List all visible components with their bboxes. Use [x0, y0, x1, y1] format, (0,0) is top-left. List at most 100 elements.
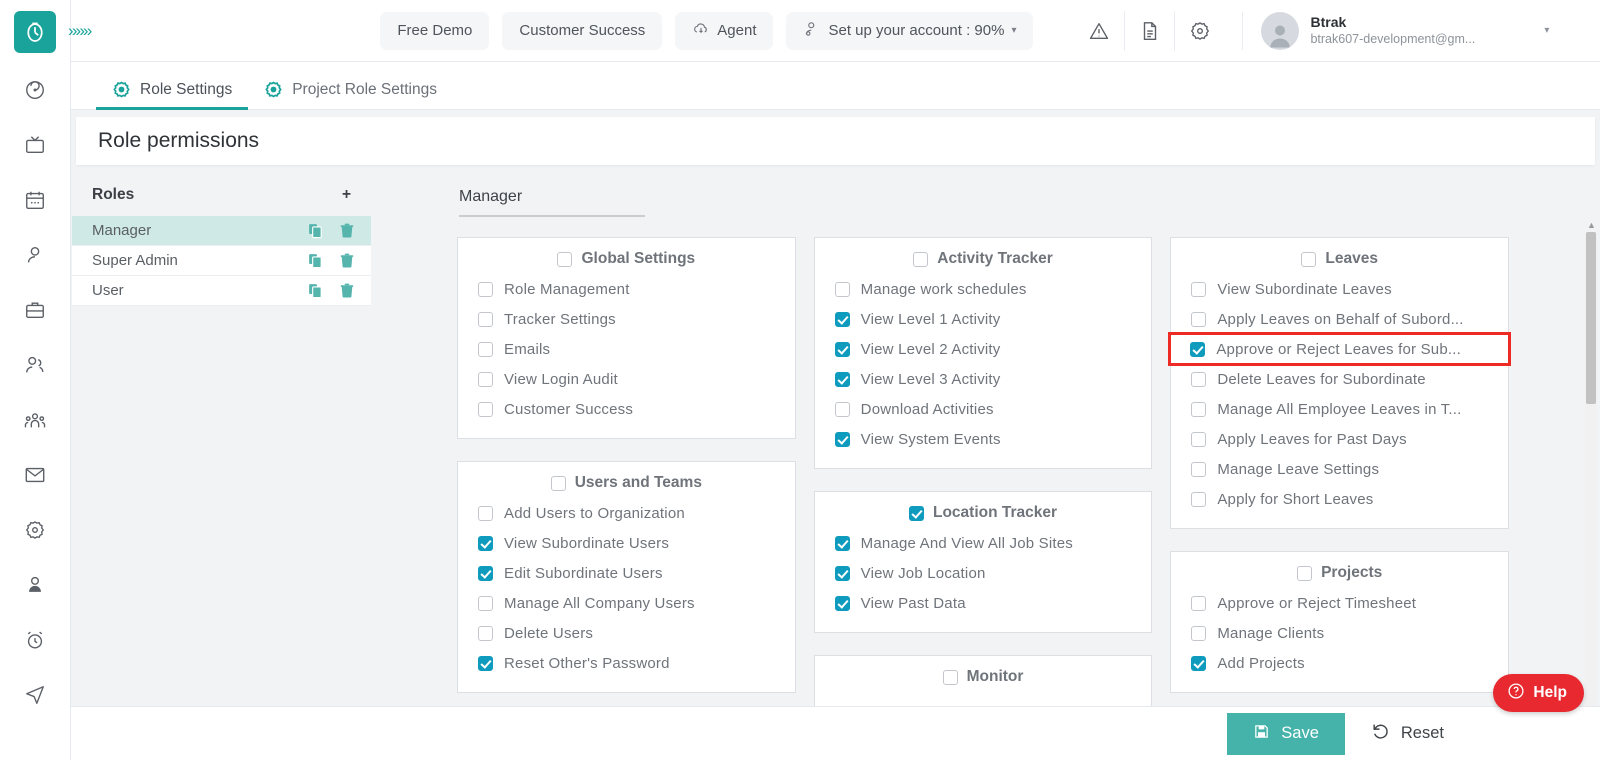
permission-option[interactable]: Download Activities	[815, 394, 1152, 424]
agent-button[interactable]: Agent	[675, 11, 774, 50]
permission-option[interactable]: Add Projects	[1171, 648, 1508, 678]
location-icon[interactable]	[20, 680, 50, 710]
checkbox[interactable]	[1191, 371, 1207, 387]
permission-option[interactable]: View Subordinate Users	[458, 528, 795, 558]
role-list-item[interactable]: User	[72, 276, 371, 306]
checkbox[interactable]	[557, 251, 573, 267]
permission-card-header[interactable]: Users and Teams	[458, 474, 795, 498]
timesheet-icon[interactable]	[20, 185, 50, 215]
checkbox[interactable]	[834, 535, 850, 551]
tab-role-settings[interactable]: Role Settings	[96, 80, 249, 110]
checkbox[interactable]	[908, 505, 924, 521]
permission-option[interactable]: Tracker Settings	[458, 304, 795, 334]
permission-option[interactable]: View Job Location	[815, 558, 1152, 588]
permission-option[interactable]: View Subordinate Leaves	[1171, 274, 1508, 304]
gear-icon[interactable]	[1174, 10, 1224, 51]
user-icon[interactable]	[20, 240, 50, 270]
permission-option[interactable]: Apply for Short Leaves	[1171, 484, 1508, 514]
account-menu[interactable]: Btrak btrak607-development@gm... ▾	[1242, 11, 1549, 50]
checkbox[interactable]	[478, 341, 493, 357]
permission-option[interactable]: Manage Leave Settings	[1171, 454, 1508, 484]
checkbox[interactable]	[478, 595, 493, 611]
permission-option[interactable]: Delete Leaves for Subordinate	[1171, 364, 1508, 394]
permission-card-header[interactable]: Leaves	[1171, 250, 1508, 274]
permission-option[interactable]: Manage All Company Users	[458, 588, 795, 618]
checkbox[interactable]	[478, 281, 493, 297]
checkbox[interactable]	[1191, 401, 1207, 417]
permission-card-header[interactable]: Monitor	[815, 668, 1152, 692]
tab-project-role-settings[interactable]: Project Role Settings	[248, 80, 453, 109]
checkbox[interactable]	[1191, 655, 1207, 671]
role-list-item[interactable]: Manager	[72, 216, 371, 246]
permission-option[interactable]: Manage And View All Job Sites	[815, 528, 1152, 558]
permission-option[interactable]: Manage All Employee Leaves in T...	[1171, 394, 1508, 424]
permission-option[interactable]: View Level 3 Activity	[815, 364, 1152, 394]
permission-option[interactable]: Customer Success	[458, 394, 795, 424]
checkbox[interactable]	[1191, 595, 1207, 611]
permission-option[interactable]: Approve or Reject Timesheet	[1171, 588, 1508, 618]
permission-card-header[interactable]: Activity Tracker	[815, 250, 1152, 274]
checkbox[interactable]	[1191, 281, 1207, 297]
app-logo[interactable]	[14, 11, 56, 53]
copy-icon[interactable]	[307, 222, 324, 239]
checkbox[interactable]	[834, 311, 850, 327]
checkbox[interactable]	[942, 669, 958, 685]
permission-option[interactable]: View Level 1 Activity	[815, 304, 1152, 334]
chevron-down-icon[interactable]: ▾	[1544, 25, 1549, 36]
settings-icon[interactable]	[20, 515, 50, 545]
checkbox[interactable]	[1191, 491, 1207, 507]
permission-option[interactable]: View System Events	[815, 424, 1152, 454]
checkbox[interactable]	[834, 595, 850, 611]
permission-option[interactable]: Manage work schedules	[815, 274, 1152, 304]
reset-button[interactable]: Reset	[1344, 712, 1470, 755]
permission-option[interactable]: View Login Audit	[458, 364, 795, 394]
checkbox[interactable]	[1191, 311, 1207, 327]
help-button[interactable]: Help	[1493, 674, 1584, 712]
alert-icon[interactable]	[1074, 11, 1124, 51]
report-icon[interactable]	[1124, 10, 1174, 51]
trash-icon[interactable]	[339, 222, 355, 239]
checkbox[interactable]	[478, 401, 493, 417]
copy-icon[interactable]	[307, 252, 324, 269]
checkbox[interactable]	[550, 475, 566, 491]
add-role-button[interactable]: +	[342, 187, 351, 203]
permission-option[interactable]: Add Users to Organization	[458, 498, 795, 528]
checkbox[interactable]	[1297, 565, 1313, 581]
permission-option[interactable]: Delete Users	[458, 618, 795, 648]
permission-option[interactable]: Manage Clients	[1171, 618, 1508, 648]
checkbox[interactable]	[834, 281, 850, 297]
permission-option[interactable]: Role Management	[458, 274, 795, 304]
customer-success-button[interactable]: Customer Success	[502, 11, 663, 50]
permission-option[interactable]: View Past Data	[815, 588, 1152, 618]
role-list-item[interactable]: Super Admin	[72, 246, 371, 276]
checkbox[interactable]	[834, 341, 850, 357]
mail-icon[interactable]	[20, 460, 50, 490]
role-name-input[interactable]: Manager	[459, 188, 645, 217]
checkbox[interactable]	[1301, 251, 1317, 267]
attendance-icon[interactable]	[20, 625, 50, 655]
expand-sidebar-icon[interactable]: »»»	[65, 21, 92, 41]
checkbox[interactable]	[478, 655, 493, 671]
save-button[interactable]: Save	[1227, 712, 1345, 755]
dashboard-icon[interactable]	[20, 75, 50, 105]
checkbox[interactable]	[478, 625, 493, 641]
checkbox[interactable]	[478, 371, 493, 387]
permission-card-header[interactable]: Projects	[1171, 564, 1508, 588]
projects-icon[interactable]	[20, 295, 50, 325]
permission-option[interactable]: Apply Leaves for Past Days	[1171, 424, 1508, 454]
trash-icon[interactable]	[339, 282, 355, 299]
checkbox[interactable]	[478, 311, 493, 327]
permission-card-header[interactable]: Global Settings	[458, 250, 795, 274]
checkbox[interactable]	[834, 431, 850, 447]
checkbox[interactable]	[1191, 431, 1207, 447]
checkbox[interactable]	[913, 251, 929, 267]
checkbox[interactable]	[1191, 625, 1207, 641]
permission-option[interactable]: Edit Subordinate Users	[458, 558, 795, 588]
permission-card-header[interactable]: Location Tracker	[815, 504, 1152, 528]
permission-option[interactable]: Reset Other's Password	[458, 648, 795, 678]
permission-option[interactable]: View Level 2 Activity	[815, 334, 1152, 364]
admin-icon[interactable]	[20, 570, 50, 600]
checkbox[interactable]	[478, 565, 493, 581]
copy-icon[interactable]	[307, 282, 324, 299]
screenshots-icon[interactable]	[20, 130, 50, 160]
